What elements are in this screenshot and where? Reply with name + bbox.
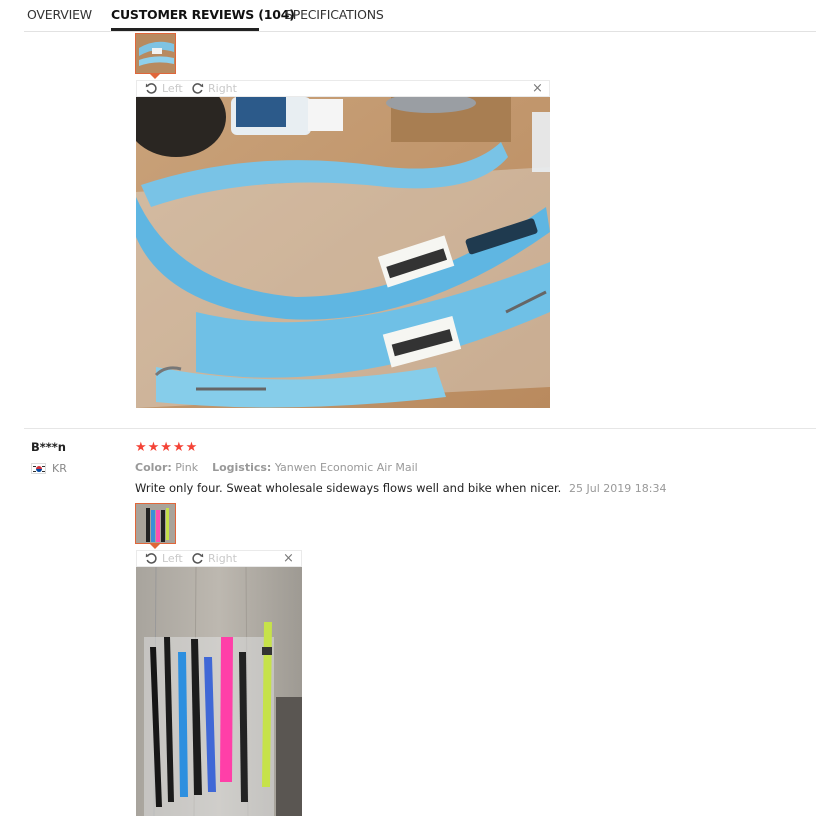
review-date: 25 Jul 2019 18:34	[568, 482, 667, 495]
close-icon[interactable]: ×	[283, 551, 294, 566]
rotate-left-label: Left	[162, 82, 183, 95]
review-attributes: Color: Pink Logistics: Yanwen Economic A…	[135, 461, 418, 474]
rotate-left-button[interactable]: Left	[145, 552, 183, 565]
rotate-right-icon	[192, 553, 204, 564]
review-text: Write only four. Sweat wholesale sideway…	[135, 481, 562, 495]
sports-headband-photo	[136, 97, 550, 408]
tab-specifications[interactable]: SPECIFICATIONS	[285, 7, 384, 22]
rotate-right-label: Right	[208, 552, 237, 565]
thumbnail-pointer	[150, 544, 160, 549]
headbands-in-bags-photo	[136, 567, 302, 816]
reviewer-country: KR	[52, 462, 67, 475]
star-rating: ★★★★★	[135, 440, 199, 455]
review-separator	[24, 428, 816, 429]
review-photo-thumbnail[interactable]	[135, 33, 176, 74]
rotate-left-icon	[145, 83, 157, 94]
close-icon[interactable]: ×	[532, 81, 543, 96]
color-value: Pink	[175, 461, 199, 474]
tab-overview[interactable]: OVERVIEW	[27, 7, 92, 22]
photo-viewer-toolbar: Left Right ×	[136, 550, 302, 567]
logistics-value: Yanwen Economic Air Mail	[274, 461, 418, 474]
thumbnail-pointer	[150, 74, 160, 79]
tab-customer-reviews[interactable]: CUSTOMER REVIEWS (104)	[111, 7, 295, 22]
rotate-left-label: Left	[162, 552, 183, 565]
review-photo-large	[136, 567, 302, 816]
korea-flag-icon	[31, 463, 46, 474]
logistics-label: Logistics:	[212, 461, 272, 474]
rotate-left-icon	[145, 553, 157, 564]
photo-viewer-toolbar: Left Right ×	[136, 80, 550, 97]
thumbnail-image	[136, 34, 175, 73]
review-body: Write only four. Sweat wholesale sideway…	[135, 481, 666, 495]
reviewer-name: B***n	[31, 440, 66, 454]
tabs-divider	[24, 31, 816, 32]
thumbnail-image	[136, 504, 175, 543]
rotate-right-button[interactable]: Right	[191, 552, 237, 565]
rotate-left-button[interactable]: Left	[145, 82, 183, 95]
rotate-right-button[interactable]: Right	[191, 82, 237, 95]
review-photo-thumbnail[interactable]	[135, 503, 176, 544]
color-label: Color:	[135, 461, 172, 474]
rotate-right-icon	[192, 83, 204, 94]
review-tabs: OVERVIEW CUSTOMER REVIEWS (104) SPECIFIC…	[0, 0, 816, 32]
review-photo-large	[136, 97, 550, 408]
rotate-right-label: Right	[208, 82, 237, 95]
